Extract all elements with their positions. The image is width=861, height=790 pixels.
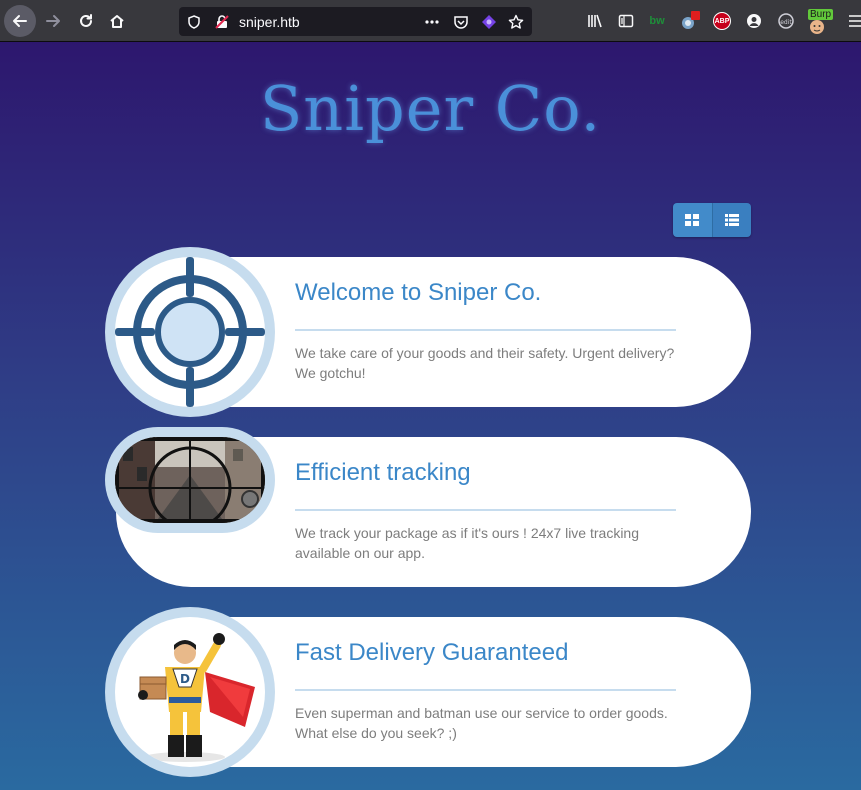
list-icon [724,214,739,226]
bookmark-star-icon[interactable] [507,13,525,31]
sidebar-icon[interactable] [615,10,637,32]
cookie-extension-icon[interactable]: edit [775,10,797,32]
browser-toolbar: sniper.htb bw ABP edit Burp [0,0,861,42]
grid-icon [685,214,700,226]
view-toggle [673,203,751,237]
card-divider [295,329,676,331]
abp-label: ABP [713,12,731,30]
delivery-superhero-icon: D [138,633,255,762]
card-title: Fast Delivery Guaranteed [295,639,569,666]
url-text: sniper.htb [239,14,300,30]
card-divider [295,689,676,691]
card-text: We take care of your goods and their saf… [295,345,675,381]
crosshair-icon [115,257,265,407]
card-divider [295,509,676,511]
menu-icon[interactable] [844,10,861,32]
svg-text:edit: edit [780,19,792,26]
back-arrow-icon [13,15,27,27]
account-icon[interactable] [743,10,765,32]
extension-purple-icon[interactable] [480,13,498,31]
bitwarden-label: bw [649,15,665,27]
list-view-button[interactable] [711,203,751,237]
home-icon [110,15,124,28]
card-image-delivery: D [105,607,275,777]
reload-button[interactable] [71,6,101,36]
home-button[interactable] [102,6,132,36]
library-icon[interactable] [584,10,606,32]
tracking-shield-icon[interactable] [185,13,203,31]
reload-icon [80,14,92,27]
page-content: Sniper Co. Welcome to Sniper Co. We take… [0,42,861,790]
forward-arrow-icon [46,15,60,27]
card-text: We track your package as if it's ours ! … [295,525,640,561]
back-button[interactable] [4,5,36,37]
card-title: Efficient tracking [295,459,471,486]
bitwarden-extension[interactable]: bw [646,10,668,32]
url-bar[interactable]: sniper.htb [179,7,532,36]
pocket-icon[interactable] [452,13,470,31]
site-title: Sniper Co. [259,72,602,145]
adblock-plus-extension[interactable]: ABP [711,10,733,32]
card-text: Even superman and batman use our service… [295,705,668,741]
scope-street-image [115,437,265,523]
forward-button[interactable] [38,6,68,36]
svg-text:D: D [180,672,190,686]
page-actions-icon[interactable] [423,13,441,31]
card-title: Welcome to Sniper Co. [295,279,542,306]
insecure-lock-icon[interactable] [213,13,231,31]
burp-label: Burp [808,9,834,20]
card-image-tracking [105,427,275,533]
grid-view-button[interactable] [673,203,712,237]
wappalyzer-extension-icon[interactable] [679,10,701,32]
card-image-welcome [105,247,275,417]
